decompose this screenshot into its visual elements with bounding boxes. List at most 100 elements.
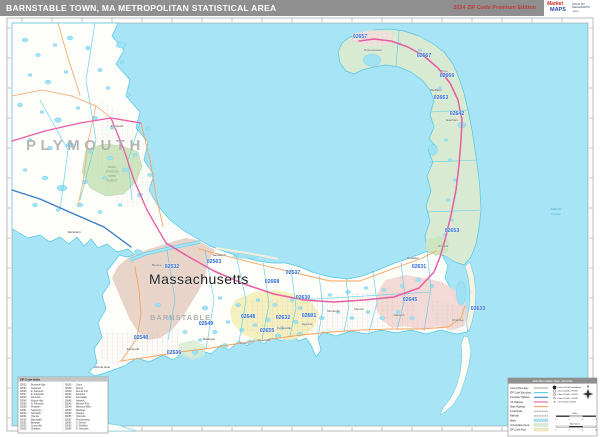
pond — [345, 290, 351, 294]
page-title: BARNSTABLE TOWN, MA METROPOLITAN STATIST… — [6, 3, 277, 13]
zip-index-zip: 02653 — [65, 413, 72, 415]
pond — [444, 138, 448, 142]
town-label: Eastham — [446, 118, 458, 122]
zip-index-zip: 02664 — [65, 429, 72, 431]
svg-text:3: 3 — [569, 430, 570, 432]
pond — [297, 306, 303, 310]
pond — [362, 53, 382, 67]
zip-index-name: Falmouth — [31, 396, 41, 399]
zip-index-zip: 02563 — [20, 413, 27, 415]
zip-label-02655: 02655 — [260, 328, 275, 334]
pond — [293, 320, 299, 324]
pond — [75, 106, 81, 110]
pond — [97, 68, 103, 72]
title-bar: BARNSTABLE TOWN, MA METROPOLITAN STATIST… — [0, 0, 600, 16]
forest-label: STATE — [108, 174, 116, 178]
pond — [125, 93, 131, 97]
zip-label-02666: 02666 — [440, 73, 455, 79]
zip-index-zip: 02642 — [65, 394, 72, 396]
pond — [239, 328, 245, 332]
pond — [182, 330, 188, 334]
zip-index-zip: 02638 — [65, 388, 72, 390]
zip-index-name: Centerville — [31, 425, 43, 428]
map-canvas: PLYMOUTH BARNSTABLE Massachusetts MILES … — [6, 17, 598, 437]
legend-title: 2024 Barnstable Town, MA MSA — [532, 379, 572, 383]
zip-label-02631: 02631 — [412, 264, 427, 270]
zip-index-name: Woods Hole — [31, 400, 44, 402]
zip-index-zip: 02532 — [20, 385, 27, 387]
svg-text:0: 0 — [556, 419, 557, 421]
zip-label-02657: 02657 — [353, 34, 368, 40]
zip-index-name: Marstons Mills — [76, 406, 92, 409]
zip-index-zip: 02639 — [65, 391, 72, 393]
pond — [54, 117, 62, 123]
pond — [41, 175, 49, 181]
ocean-label: Ocean — [551, 212, 560, 216]
scale-km-label: Kilometers — [570, 423, 581, 426]
zip-index-name: Cotuit — [76, 384, 82, 387]
pond — [145, 126, 151, 130]
brand-logo: Market MAPS — [546, 1, 572, 15]
zip-label-02645: 02645 — [403, 297, 418, 303]
town-label: Sandwich — [212, 253, 225, 257]
zip-index-name: S. Wellfleet — [76, 425, 88, 428]
svg-text:0: 0 — [556, 430, 557, 432]
zip-index-zip: 02649 — [65, 410, 72, 412]
pond — [63, 70, 69, 74]
pond — [212, 330, 218, 334]
scale-miles-label: Miles — [572, 413, 578, 415]
zip-index-zip: 02537 — [20, 394, 27, 396]
zip-index-zip: 02601 — [20, 416, 27, 418]
legend-item-label: County Boundary — [510, 387, 529, 390]
zip-index-zip: 02646 — [65, 404, 72, 406]
zip-index-zip: 02635 — [65, 385, 72, 387]
zip-index-zip: 02633 — [20, 429, 27, 431]
zip-label-02667: 02667 — [417, 53, 432, 59]
svg-text:6: 6 — [582, 430, 583, 432]
zip-index-name: Sandwich — [31, 413, 42, 415]
legend-item-label: Local Road — [510, 410, 523, 413]
pond — [197, 338, 203, 342]
pond — [319, 316, 325, 320]
forest-label: FOREST — [107, 179, 118, 183]
pond — [445, 198, 451, 202]
zip-index-name: Osterville — [76, 415, 86, 418]
pond — [117, 203, 123, 207]
zip-index-name: Provincetown — [76, 418, 91, 421]
pond — [272, 303, 278, 307]
pond — [44, 79, 52, 85]
zip-index-name: N. Falmouth — [31, 403, 44, 406]
brand-tagline: SOLD BY MarketMAPS .com — [572, 2, 590, 13]
legend-item-label: ZIP Code Boundary — [510, 391, 532, 394]
pond — [415, 278, 421, 282]
zip-label-02663: 02663 — [434, 95, 449, 101]
city-symbol — [552, 389, 557, 393]
town-label: Cotuit — [239, 341, 247, 345]
city-symbol — [553, 397, 556, 400]
zip-index-zip: 02556 — [20, 404, 27, 406]
legend-swatch — [533, 428, 549, 432]
pond — [453, 178, 457, 182]
zip-label-02649: 02649 — [199, 321, 214, 327]
zip-index-zip: 02632 — [20, 426, 27, 428]
pond — [225, 320, 231, 324]
zip-index-zip: 02660 — [65, 422, 72, 424]
zip-index-name: Chatham — [31, 428, 40, 431]
legend-item-label: Interstate Highway — [510, 396, 531, 399]
city-symbol — [552, 385, 557, 390]
pond — [217, 296, 223, 300]
zip-index-zip: 02655 — [65, 416, 72, 418]
zip-label-02536: 02536 — [167, 350, 182, 356]
zip-index-zip: 02540 — [20, 397, 27, 399]
legend-city-label: Cities 100,000 and Above — [558, 386, 583, 389]
zip-index-zip: 02645 — [65, 400, 72, 402]
town-label: Harwich — [394, 313, 405, 317]
legend-item-label: State Highway — [510, 405, 526, 408]
zip-index-name: Dennis Port — [76, 390, 88, 393]
compass-n-label: N — [587, 384, 589, 388]
legend-box: 2024 Barnstable Town, MA MSA County Boun… — [507, 377, 598, 437]
legend-item-label: US Highway — [510, 401, 524, 404]
pond — [32, 202, 38, 208]
brand-bottom-text: MAPS — [550, 7, 566, 13]
svg-text:2: 2 — [569, 419, 570, 421]
